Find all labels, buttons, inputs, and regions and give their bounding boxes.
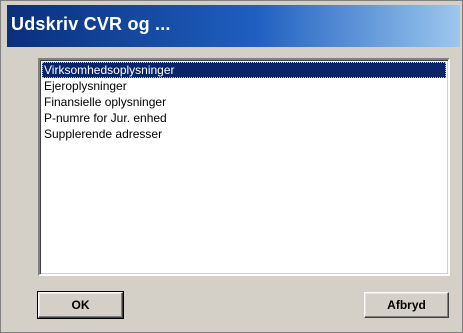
print-dialog: Udskriv CVR og ... Virksomhedsoplysninge… [0,0,463,333]
list-item-ejeroplysninger[interactable]: Ejeroplysninger [42,78,446,94]
title-bar[interactable]: Udskriv CVR og ... [7,5,460,47]
options-list: Virksomhedsoplysninger Ejeroplysninger F… [40,60,448,142]
list-item-finansielle-oplysninger[interactable]: Finansielle oplysninger [42,94,446,110]
list-item-supplerende-adresser[interactable]: Supplerende adresser [42,126,446,142]
list-item-p-numre[interactable]: P-numre for Jur. enhed [42,110,446,126]
options-listbox[interactable]: Virksomhedsoplysninger Ejeroplysninger F… [38,58,450,276]
ok-button[interactable]: OK [37,291,124,319]
list-item-virksomhedsoplysninger[interactable]: Virksomhedsoplysninger [42,62,446,78]
cancel-button[interactable]: Afbryd [364,292,449,318]
window-title: Udskriv CVR og ... [11,14,171,34]
